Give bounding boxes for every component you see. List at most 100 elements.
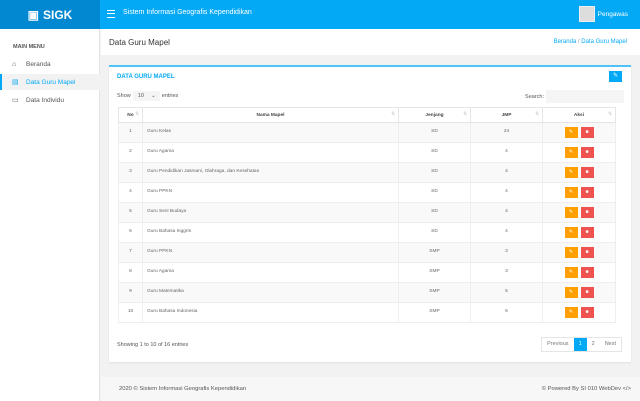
delete-button[interactable]: ■ xyxy=(580,127,594,138)
breadcrumb-current[interactable]: Data Guru Mapel xyxy=(581,39,627,45)
edit-button[interactable]: ✎ xyxy=(564,167,578,178)
column-header-aksi[interactable]: Aksi ⇅ xyxy=(542,107,616,123)
cell-no: 5 xyxy=(118,202,143,223)
cell-aksi: ✎ ■ xyxy=(542,262,616,283)
edit-button[interactable]: ✎ xyxy=(564,147,578,158)
map-icon: ▣ xyxy=(27,7,39,22)
previous-button[interactable]: Previous xyxy=(542,338,573,351)
cell-aksi: ✎ ■ xyxy=(542,122,616,143)
edit-button[interactable]: ✎ xyxy=(564,307,578,318)
edit-button[interactable]: ✎ xyxy=(564,227,578,238)
trash-icon: ■ xyxy=(585,309,589,315)
sidebar-item-data-guru-mapel[interactable]: ▤ Data Guru Mapel xyxy=(0,74,100,90)
table-row: 3 Guru Pendidikan Jasmani, Olahraga, dan … xyxy=(118,162,616,183)
cell-jmp: 4 xyxy=(470,222,543,243)
delete-button[interactable]: ■ xyxy=(580,147,594,158)
cell-aksi: ✎ ■ xyxy=(542,282,616,303)
column-header-jenjang[interactable]: Jenjang ⇅ xyxy=(398,107,471,123)
pencil-icon: ✎ xyxy=(612,73,619,79)
cell-jenjang: SD xyxy=(398,142,471,163)
cell-nama-mapel: Guru Pendidikan Jasmani, Olahraga, dan K… xyxy=(142,162,399,183)
edit-icon: ✎ xyxy=(568,149,574,155)
cell-nama-mapel: Guru Kelas xyxy=(142,122,399,143)
cell-no: 7 xyxy=(118,242,143,263)
cell-jmp: 6 xyxy=(470,302,543,323)
delete-button[interactable]: ■ xyxy=(580,307,594,318)
sidebar-item-beranda[interactable]: ⌂ Beranda xyxy=(0,56,100,72)
cell-aksi: ✎ ■ xyxy=(542,302,616,323)
cell-jmp: 3 xyxy=(470,262,543,283)
add-button[interactable]: ✎ xyxy=(609,71,622,82)
delete-button[interactable]: ■ xyxy=(580,247,594,258)
cell-nama-mapel: Guru Agama xyxy=(142,262,399,283)
edit-button[interactable]: ✎ xyxy=(564,127,578,138)
column-header-no[interactable]: No ⇅ xyxy=(118,107,143,123)
sort-icon: ⇅ xyxy=(390,112,395,117)
trash-icon: ■ xyxy=(585,189,589,195)
cell-aksi: ✎ ■ xyxy=(542,182,616,203)
edit-icon: ✎ xyxy=(568,129,574,135)
chevron-down-icon: ⌄ xyxy=(151,93,156,99)
delete-button[interactable]: ■ xyxy=(580,167,594,178)
sidebar-item-data-individu[interactable]: ▭ Data Individu xyxy=(0,92,100,108)
column-header-nama-mapel[interactable]: Nama Mapel ⇅ xyxy=(142,107,399,123)
cell-jenjang: SMP xyxy=(398,242,471,263)
cell-nama-mapel: Guru Seni Budaya xyxy=(142,202,399,223)
logo[interactable]: ▣ SIGK xyxy=(0,0,100,29)
search: Search: xyxy=(525,90,624,103)
cell-jenjang: SD xyxy=(398,162,471,183)
cell-jmp: 5 xyxy=(470,282,543,303)
edit-button[interactable]: ✎ xyxy=(564,247,578,258)
delete-button[interactable]: ■ xyxy=(580,227,594,238)
next-button[interactable]: Next xyxy=(600,338,621,351)
cell-jmp: 3 xyxy=(470,242,543,263)
delete-button[interactable]: ■ xyxy=(580,207,594,218)
entries-select[interactable]: 10 ⌄ xyxy=(132,91,160,101)
edit-icon: ✎ xyxy=(568,249,574,255)
edit-button[interactable]: ✎ xyxy=(564,207,578,218)
hamburger-menu-icon[interactable] xyxy=(107,10,115,18)
id-card-icon: ▭ xyxy=(12,96,19,104)
column-header-jmp[interactable]: JMP ⇅ xyxy=(470,107,543,123)
footer-copyright: 2020 © Sistem Informasi Geografis Kepend… xyxy=(119,386,247,392)
cell-jmp: 4 xyxy=(470,162,543,183)
cell-jmp: 4 xyxy=(470,202,543,223)
cell-nama-mapel: Guru PPKN xyxy=(142,242,399,263)
cell-nama-mapel: Guru Bahasa Inggris xyxy=(142,222,399,243)
edit-button[interactable]: ✎ xyxy=(564,267,578,278)
delete-button[interactable]: ■ xyxy=(580,267,594,278)
trash-icon: ■ xyxy=(585,269,589,275)
cell-no: 6 xyxy=(118,222,143,243)
table-row: 5 Guru Seni Budaya SD 4 ✎ ■ xyxy=(118,202,616,223)
user-menu[interactable]: Pengawas xyxy=(578,6,628,22)
cell-aksi: ✎ ■ xyxy=(542,242,616,263)
page-2-button[interactable]: 2 xyxy=(587,338,600,351)
edit-button[interactable]: ✎ xyxy=(564,187,578,198)
cell-no: 10 xyxy=(118,302,143,323)
pagination: Previous 1 2 Next xyxy=(541,337,622,352)
home-icon: ⌂ xyxy=(12,60,17,68)
table-row: 8 Guru Agama SMP 3 ✎ ■ xyxy=(118,262,616,283)
cell-no: 2 xyxy=(118,142,143,163)
cell-jenjang: SMP xyxy=(398,262,471,283)
trash-icon: ■ xyxy=(585,209,589,215)
edit-icon: ✎ xyxy=(568,209,574,215)
cell-jenjang: SD xyxy=(398,202,471,223)
delete-button[interactable]: ■ xyxy=(580,187,594,198)
page-title: Data Guru Mapel xyxy=(109,37,170,47)
entries-length: Show 10 ⌄ entries xyxy=(117,91,179,101)
sort-icon: ⇅ xyxy=(607,112,612,117)
trash-icon: ■ xyxy=(585,149,589,155)
cell-aksi: ✎ ■ xyxy=(542,162,616,183)
table-row: 6 Guru Bahasa Inggris SD 4 ✎ ■ xyxy=(118,222,616,243)
table-row: 4 Guru PPKN SD 4 ✎ ■ xyxy=(118,182,616,203)
breadcrumb-beranda[interactable]: Beranda xyxy=(554,39,577,45)
trash-icon: ■ xyxy=(585,169,589,175)
search-input[interactable] xyxy=(546,90,624,103)
edit-button[interactable]: ✎ xyxy=(564,287,578,298)
cell-jenjang: SD xyxy=(398,222,471,243)
delete-button[interactable]: ■ xyxy=(580,287,594,298)
sidebar: MAIN MENU ⌂ Beranda ▤ Data Guru Mapel ▭ Dat… xyxy=(0,29,100,401)
page-1-button[interactable]: 1 xyxy=(573,338,587,351)
cell-nama-mapel: Guru Bahasa Indonesia xyxy=(142,302,399,323)
